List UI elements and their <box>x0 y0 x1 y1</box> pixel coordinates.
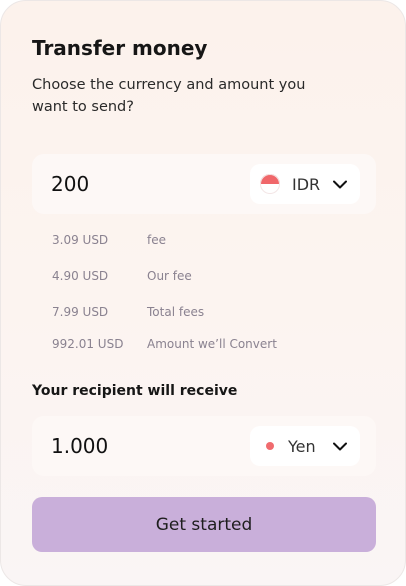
receive-amount-input[interactable] <box>51 416 231 476</box>
indonesia-flag-icon <box>260 174 280 194</box>
chevron-down-icon <box>332 438 348 454</box>
send-amount-box: IDR <box>32 154 376 214</box>
send-currency-label: IDR <box>292 174 321 194</box>
fee-label: fee <box>147 233 166 247</box>
page-title: Transfer money <box>32 36 208 60</box>
fee-amount: 992.01 USD <box>52 337 124 351</box>
chevron-down-icon <box>332 176 348 192</box>
fee-amount: 7.99 USD <box>52 305 109 319</box>
receive-currency-label: Yen <box>288 436 316 456</box>
fee-label: Total fees <box>147 305 205 319</box>
get-started-button[interactable]: Get started <box>32 497 376 552</box>
fee-label: Amount we’ll Convert <box>147 337 277 351</box>
send-currency-select[interactable]: IDR <box>250 164 360 204</box>
receive-amount-box: Yen <box>32 416 376 476</box>
send-amount-input[interactable] <box>51 154 231 214</box>
fee-row: 7.99 USD Total fees <box>52 301 352 323</box>
fee-row: 3.09 USD fee <box>52 229 352 251</box>
receive-currency-select[interactable]: Yen <box>250 426 360 466</box>
fee-amount: 3.09 USD <box>52 233 109 247</box>
fee-row: 992.01 USD Amount we’ll Convert <box>52 333 352 355</box>
fee-row: 4.90 USD Our fee <box>52 265 352 287</box>
fee-amount: 4.90 USD <box>52 269 109 283</box>
recipient-label: Your recipient will receive <box>32 383 238 399</box>
japan-flag-dot-icon <box>266 442 274 450</box>
fee-label: Our fee <box>147 269 192 283</box>
transfer-card: Transfer money Choose the currency and a… <box>0 0 406 586</box>
page-subtitle: Choose the currency and amount you want … <box>32 77 306 115</box>
